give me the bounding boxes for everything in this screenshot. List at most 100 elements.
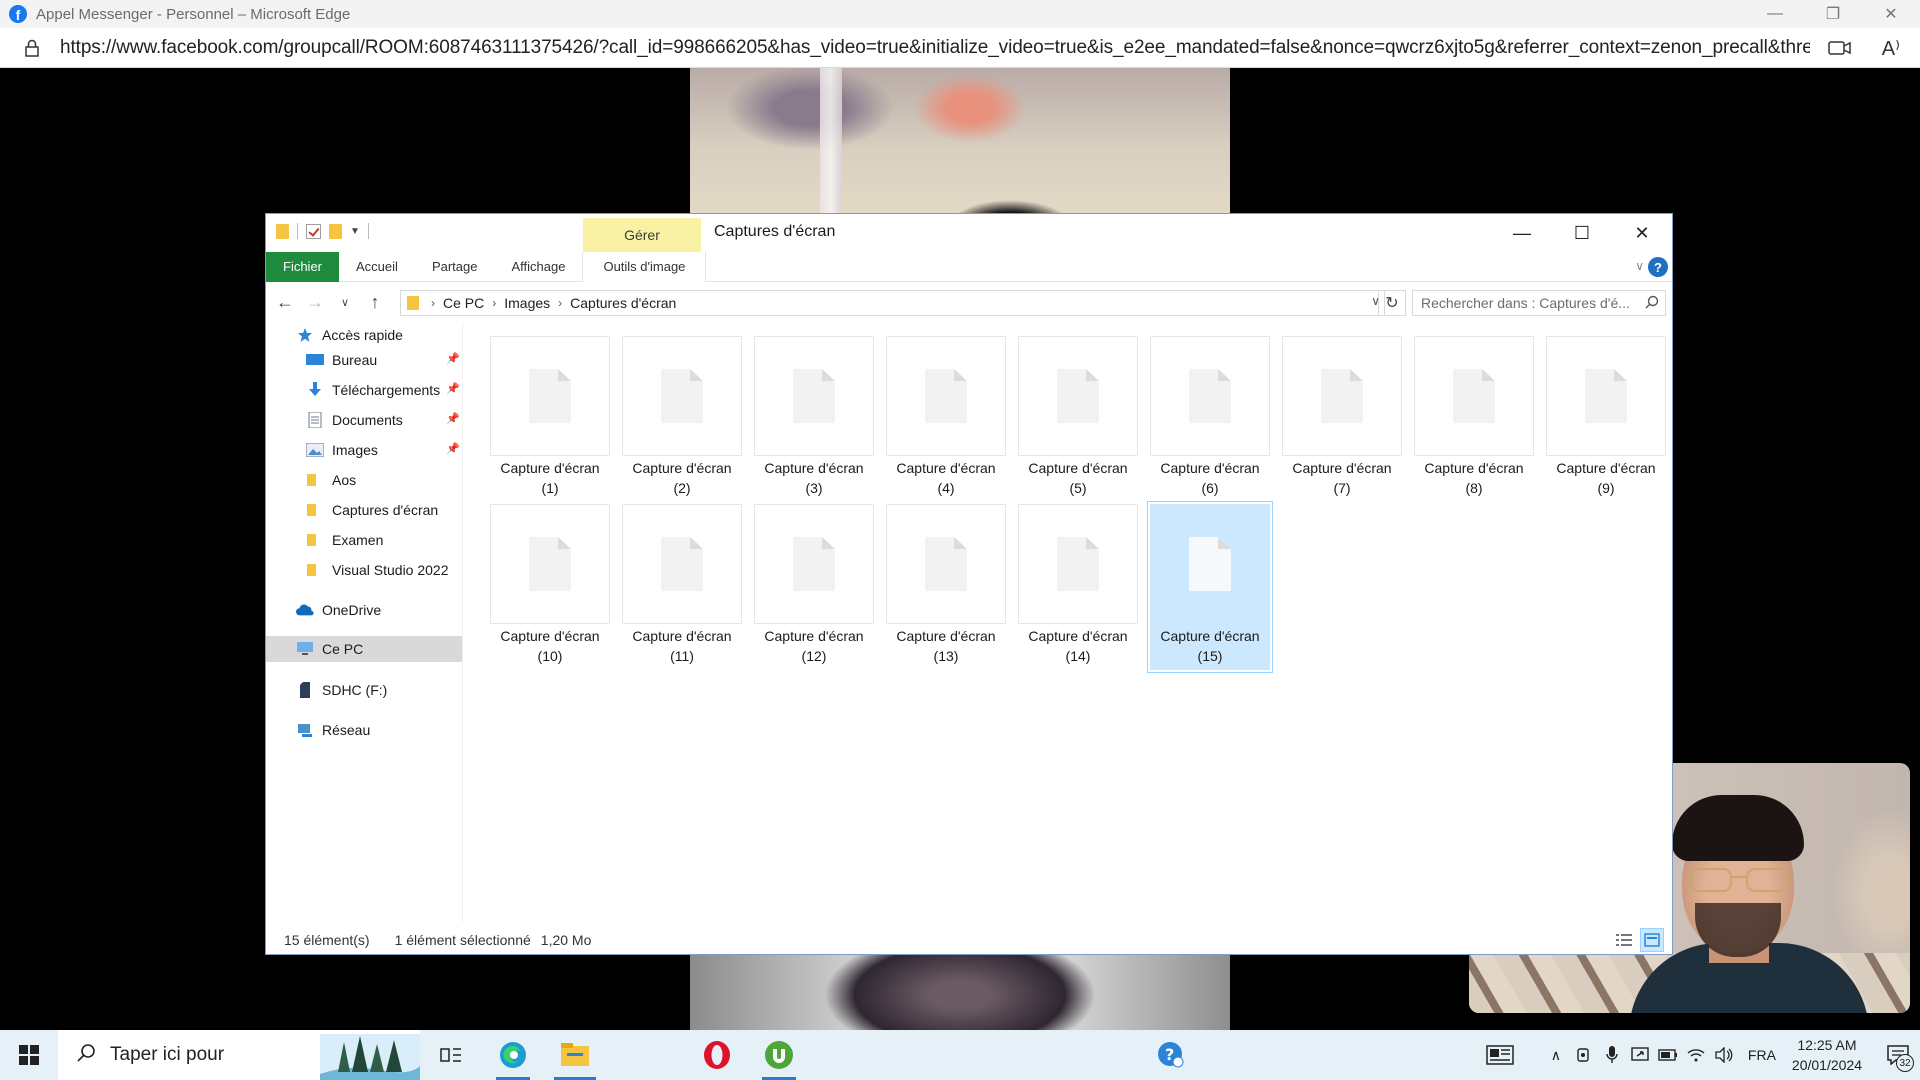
volume-icon[interactable]: [1710, 1030, 1738, 1080]
clock-date: 20/01/2024: [1791, 1057, 1862, 1073]
notification-center-icon[interactable]: 32: [1876, 1030, 1920, 1080]
new-folder-icon[interactable]: [329, 223, 342, 239]
file-item[interactable]: Capture d'écran (9): [1546, 336, 1666, 502]
help-icon[interactable]: ?: [1648, 257, 1668, 277]
file-item[interactable]: Capture d'écran (1): [490, 336, 610, 502]
breadcrumb-captures[interactable]: Captures d'écran: [570, 295, 676, 311]
breadcrumb-ce-pc[interactable]: Ce PC: [443, 295, 484, 311]
sidebar-item-bureau[interactable]: Bureau 📌: [306, 347, 460, 373]
recent-locations-icon[interactable]: ∨: [330, 296, 360, 309]
file-item[interactable]: Capture d'écran (2): [622, 336, 742, 502]
tab-affichage[interactable]: Affichage: [494, 252, 582, 282]
news-widget-icon[interactable]: [1476, 1030, 1524, 1080]
download-icon: [306, 382, 324, 398]
file-name-text: Capture d'écran: [896, 460, 996, 476]
up-arrow-icon[interactable]: ↑: [360, 292, 390, 313]
sidebar-item-documents[interactable]: Documents 📌: [306, 407, 460, 433]
file-thumbnail: [1018, 336, 1138, 456]
read-aloud-icon[interactable]: A⁾: [1882, 36, 1900, 61]
file-name: Capture d'écran (3): [746, 458, 882, 498]
tab-gerer[interactable]: Gérer: [583, 218, 701, 252]
taskbar-search-input[interactable]: Taper ici pour: [58, 1030, 420, 1080]
large-icons-view-icon[interactable]: [1640, 928, 1664, 952]
file-item[interactable]: Capture d'écran (14): [1018, 504, 1138, 670]
tab-accueil[interactable]: Accueil: [339, 252, 415, 282]
refresh-icon[interactable]: ↻: [1378, 290, 1406, 316]
system-tray: ∧ FRA 12:25 AM 20/01/2024 32: [1476, 1030, 1920, 1080]
search-input[interactable]: Rechercher dans : Captures d'é...: [1412, 290, 1666, 316]
file-explorer-taskbar-icon[interactable]: [544, 1030, 606, 1080]
share-screen-icon[interactable]: [1626, 1030, 1654, 1080]
file-item[interactable]: Capture d'écran (11): [622, 504, 742, 670]
file-icon: [1057, 369, 1099, 423]
file-item[interactable]: Capture d'écran (3): [754, 336, 874, 502]
tab-fichier[interactable]: Fichier: [266, 251, 340, 282]
file-icon: [1585, 369, 1627, 423]
file-item[interactable]: Capture d'écran (6): [1150, 336, 1270, 502]
close-icon[interactable]: ✕: [1862, 0, 1920, 28]
wifi-icon[interactable]: [1682, 1030, 1710, 1080]
file-item[interactable]: Capture d'écran (8): [1414, 336, 1534, 502]
microphone-icon[interactable]: [1598, 1030, 1626, 1080]
file-item[interactable]: Capture d'écran (10): [490, 504, 610, 670]
file-item[interactable]: Capture d'écran (5): [1018, 336, 1138, 502]
sidebar-item-reseau[interactable]: Réseau: [296, 717, 370, 743]
sidebar-item-aos[interactable]: Aos: [306, 467, 356, 493]
back-arrow-icon[interactable]: ←: [270, 292, 300, 313]
folder-icon: [276, 223, 289, 239]
file-item[interactable]: Capture d'écran (13): [886, 504, 1006, 670]
file-icon: [925, 537, 967, 591]
file-item[interactable]: Capture d'écran (15): [1147, 501, 1273, 673]
file-item[interactable]: Capture d'écran (12): [754, 504, 874, 670]
details-view-icon[interactable]: [1612, 928, 1636, 952]
file-icon: [925, 369, 967, 423]
sidebar-item-captures[interactable]: Captures d'écran: [306, 497, 438, 523]
sidebar-item-sdhc[interactable]: SDHC (F:): [296, 677, 387, 703]
task-view-icon[interactable]: [420, 1030, 482, 1080]
sidebar-item-acces-rapide[interactable]: Accès rapide: [296, 322, 403, 348]
maximize-icon[interactable]: ☐: [1552, 214, 1612, 252]
battery-icon[interactable]: [1654, 1030, 1682, 1080]
file-thumbnail: [490, 504, 610, 624]
file-item[interactable]: Capture d'écran (7): [1282, 336, 1402, 502]
camera-icon[interactable]: [1828, 38, 1852, 58]
minimize-icon[interactable]: —: [1746, 0, 1804, 28]
forward-arrow-icon[interactable]: →: [300, 292, 330, 313]
utorrent-taskbar-icon[interactable]: [748, 1030, 810, 1080]
chevron-up-icon[interactable]: ∧: [1542, 1030, 1570, 1080]
sidebar-item-ce-pc[interactable]: Ce PC: [266, 636, 462, 662]
help-taskbar-icon[interactable]: ?: [1140, 1030, 1202, 1080]
close-icon[interactable]: ✕: [1612, 214, 1672, 252]
file-name: Capture d'écran (12): [746, 626, 882, 666]
language-indicator[interactable]: FRA: [1748, 1047, 1776, 1063]
file-name: Capture d'écran (13): [878, 626, 1014, 666]
file-item[interactable]: Capture d'écran (4): [886, 336, 1006, 502]
properties-icon[interactable]: [306, 223, 321, 239]
sidebar-item-onedrive[interactable]: OneDrive: [296, 597, 381, 623]
clock[interactable]: 12:25 AM 20/01/2024: [1792, 1035, 1862, 1075]
breadcrumb-images[interactable]: Images: [504, 295, 550, 311]
file-icon: [661, 369, 703, 423]
breadcrumb[interactable]: › Ce PC › Images › Captures d'écran ∨: [400, 290, 1385, 316]
browser-title-bar: f Appel Messenger - Personnel – Microsof…: [0, 0, 1920, 28]
opera-taskbar-icon[interactable]: [686, 1030, 748, 1080]
camera-in-use-icon[interactable]: [1570, 1030, 1598, 1080]
sidebar-item-images[interactable]: Images 📌: [306, 437, 460, 463]
file-name: Capture d'écran (11): [614, 626, 750, 666]
customize-toolbar-icon[interactable]: ▼: [350, 226, 360, 237]
windows-start-icon[interactable]: [0, 1030, 58, 1080]
minimize-icon[interactable]: —: [1492, 214, 1552, 252]
file-icon: [1189, 369, 1231, 423]
sidebar-item-examen[interactable]: Examen: [306, 527, 383, 553]
file-number-text: (7): [1333, 480, 1351, 496]
tab-partage[interactable]: Partage: [415, 252, 495, 282]
url-field[interactable]: https://www.facebook.com/groupcall/ROOM:…: [60, 37, 1810, 59]
sidebar-item-visual-studio[interactable]: Visual Studio 2022: [306, 557, 449, 583]
restore-icon[interactable]: ❐: [1804, 0, 1862, 28]
tab-outils-image[interactable]: Outils d'image: [582, 251, 707, 282]
lock-icon[interactable]: [22, 38, 42, 58]
file-name: Capture d'écran (4): [878, 458, 1014, 498]
sidebar-item-telechargements[interactable]: Téléchargements 📌: [306, 377, 460, 403]
chevron-down-icon[interactable]: ∨: [1635, 259, 1644, 273]
edge-taskbar-icon[interactable]: [482, 1030, 544, 1080]
